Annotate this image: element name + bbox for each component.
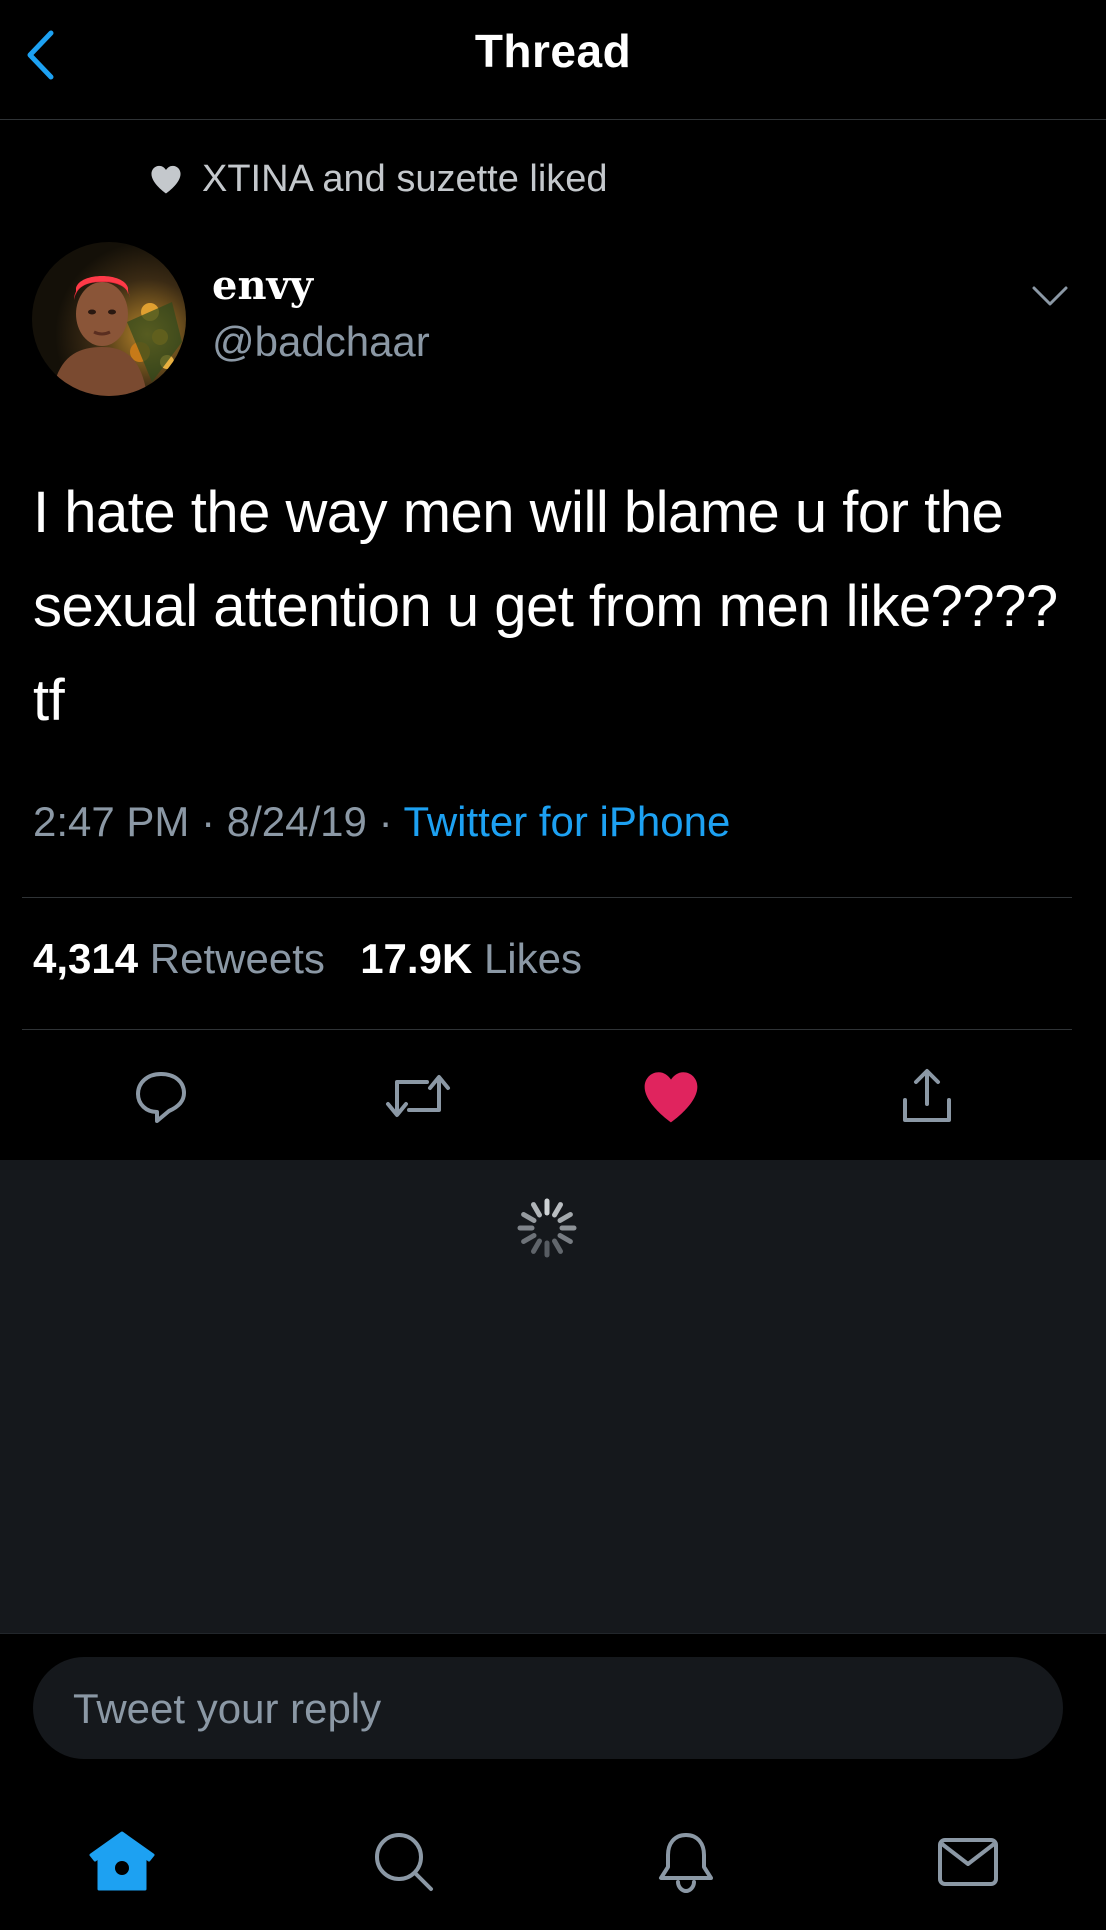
reply-box[interactable]: [33, 1657, 1063, 1761]
display-name[interactable]: envy: [212, 262, 313, 309]
tweet-meta: 2:47 PM · 8/24/19 · Twitter for iPhone: [33, 798, 730, 846]
bell-icon: [659, 1833, 713, 1894]
thread-screen: Thread XTINA and suzette liked envy @bad…: [0, 0, 1106, 1930]
tweet-source-link[interactable]: Twitter for iPhone: [404, 798, 731, 845]
more-options-button[interactable]: [1028, 278, 1072, 314]
share-icon: [903, 1069, 951, 1122]
tweet-stats: 4,314 Retweets 17.9K Likes: [33, 935, 582, 983]
reply-input[interactable]: [71, 1657, 1035, 1761]
tweet-text: I hate the way men will blame u for the …: [33, 480, 1058, 733]
tab-notifications[interactable]: [646, 1822, 726, 1902]
home-icon: [89, 1831, 155, 1891]
likes-label: Likes: [483, 935, 583, 982]
top-bar: Thread: [0, 0, 1106, 120]
loading-spinner-icon: [517, 1198, 577, 1258]
like-button[interactable]: [635, 1060, 707, 1132]
retweets-label: Retweets: [149, 935, 325, 982]
reply-button[interactable]: [125, 1060, 197, 1132]
search-icon: [375, 1833, 433, 1891]
retweets-stat[interactable]: 4,314 Retweets: [33, 935, 337, 982]
divider: [22, 1029, 1072, 1030]
heart-icon: [151, 165, 181, 194]
heart-filled-icon: [644, 1072, 698, 1123]
tweet-date: 8/24/19: [226, 798, 367, 845]
meta-separator: ·: [201, 798, 216, 845]
chevron-down-icon: [1032, 286, 1068, 306]
retweets-count: 4,314: [33, 935, 139, 982]
user-handle[interactable]: @badchaar: [212, 318, 430, 366]
tab-messages[interactable]: [928, 1822, 1008, 1902]
meta-separator: ·: [378, 798, 393, 845]
tab-home[interactable]: [82, 1822, 162, 1902]
avatar-image: [32, 242, 186, 396]
likes-count: 17.9K: [360, 935, 473, 982]
retweet-button[interactable]: [382, 1060, 454, 1132]
tweet-time: 2:47 PM: [33, 798, 190, 845]
share-button[interactable]: [891, 1060, 963, 1132]
social-context[interactable]: XTINA and suzette liked: [148, 154, 608, 204]
tab-search[interactable]: [364, 1822, 444, 1902]
retweet-icon: [386, 1075, 450, 1117]
mail-icon: [938, 1838, 998, 1886]
likes-stat[interactable]: 17.9K Likes: [360, 935, 582, 982]
avatar[interactable]: [32, 242, 186, 396]
divider: [22, 897, 1072, 898]
reply-icon: [136, 1072, 186, 1123]
page-title: Thread: [474, 25, 632, 77]
social-context-text: XTINA and suzette liked: [202, 157, 608, 200]
